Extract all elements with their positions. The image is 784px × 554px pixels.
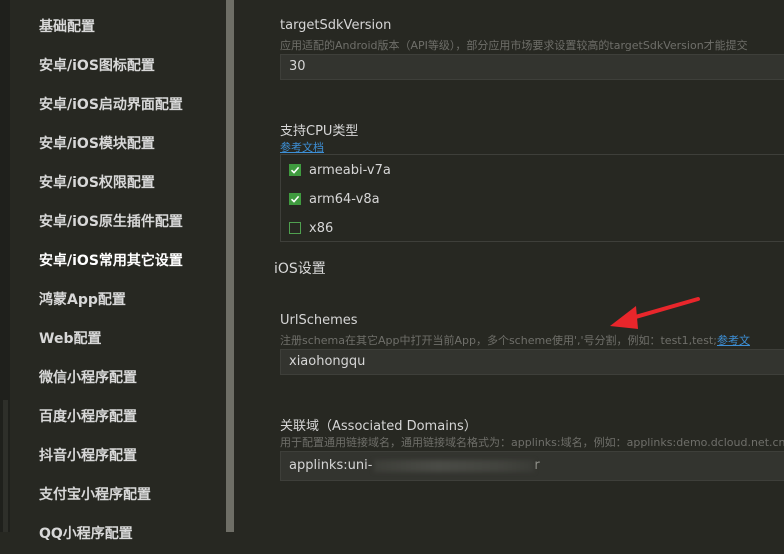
cpu-option-arm64[interactable]: arm64-v8a [289, 189, 380, 209]
sidebar-item-other-settings[interactable]: 安卓/iOS常用其它设置 [39, 242, 183, 281]
cpu-option-label: arm64-v8a [309, 191, 380, 207]
sidebar-item-harmony-config[interactable]: 鸿蒙App配置 [39, 281, 183, 320]
settings-sidebar: 基础配置 安卓/iOS图标配置 安卓/iOS启动界面配置 安卓/iOS模块配置 … [0, 0, 234, 542]
ios-section-title: iOS设置 [274, 261, 326, 277]
sidebar-item-permission-config[interactable]: 安卓/iOS权限配置 [39, 164, 183, 203]
sidebar-item-wechat-config[interactable]: 微信小程序配置 [39, 359, 183, 398]
sidebar-item-qq-config[interactable]: QQ小程序配置 [39, 515, 183, 554]
cpu-option-armeabi[interactable]: armeabi-v7a [289, 160, 391, 180]
associated-domains-value-suffix: r [534, 458, 540, 473]
sidebar-list: 基础配置 安卓/iOS图标配置 安卓/iOS启动界面配置 安卓/iOS模块配置 … [39, 8, 183, 554]
sidebar-item-basic[interactable]: 基础配置 [39, 8, 183, 47]
sidebar-item-baidu-config[interactable]: 百度小程序配置 [39, 398, 183, 437]
cpu-option-label: armeabi-v7a [309, 162, 391, 178]
sidebar-item-icon-config[interactable]: 安卓/iOS图标配置 [39, 47, 183, 86]
sidebar-item-splash-config[interactable]: 安卓/iOS启动界面配置 [39, 86, 183, 125]
cpu-options-box: armeabi-v7a arm64-v8a x86 [280, 154, 784, 242]
checkbox-unchecked-icon[interactable] [289, 222, 301, 234]
cpu-option-label: x86 [309, 220, 334, 236]
associated-domains-label: 关联域（Associated Domains） [280, 419, 477, 434]
sidebar-item-module-config[interactable]: 安卓/iOS模块配置 [39, 125, 183, 164]
associated-domains-hint: 用于配置通用链接域名，通用链接域名格式为：applinks:域名，例如：appl… [280, 436, 784, 449]
checkbox-checked-icon[interactable] [289, 164, 301, 176]
associated-domains-value-prefix: applinks:uni- [289, 458, 373, 473]
associated-domains-input[interactable]: applinks:uni-r [280, 451, 784, 481]
annotation-arrow-icon [610, 297, 700, 329]
target-sdk-label: targetSdkVersion [280, 18, 392, 33]
settings-panel: targetSdkVersion 应用适配的Android版本（API等级），部… [234, 0, 784, 532]
url-schemes-doc-link[interactable]: 参考文 [717, 334, 750, 347]
sidebar-item-douyin-config[interactable]: 抖音小程序配置 [39, 437, 183, 476]
sidebar-edge-shade [3, 400, 8, 532]
target-sdk-hint: 应用适配的Android版本（API等级），部分应用市场要求设置较高的targe… [280, 39, 748, 52]
sidebar-item-web-config[interactable]: Web配置 [39, 320, 183, 359]
cpu-doc-link[interactable]: 参考文档 [280, 139, 324, 155]
url-schemes-input[interactable]: xiaohongqu [280, 349, 784, 375]
redacted-blur [374, 459, 535, 472]
sidebar-scrollbar[interactable] [226, 0, 234, 532]
cpu-type-label: 支持CPU类型 [280, 124, 359, 139]
sidebar-item-native-plugin-config[interactable]: 安卓/iOS原生插件配置 [39, 203, 183, 242]
cpu-option-x86[interactable]: x86 [289, 218, 333, 238]
url-schemes-label: UrlSchemes [280, 313, 358, 328]
sidebar-item-alipay-config[interactable]: 支付宝小程序配置 [39, 476, 183, 515]
checkbox-checked-icon[interactable] [289, 193, 301, 205]
target-sdk-input[interactable]: 30 [280, 54, 784, 80]
